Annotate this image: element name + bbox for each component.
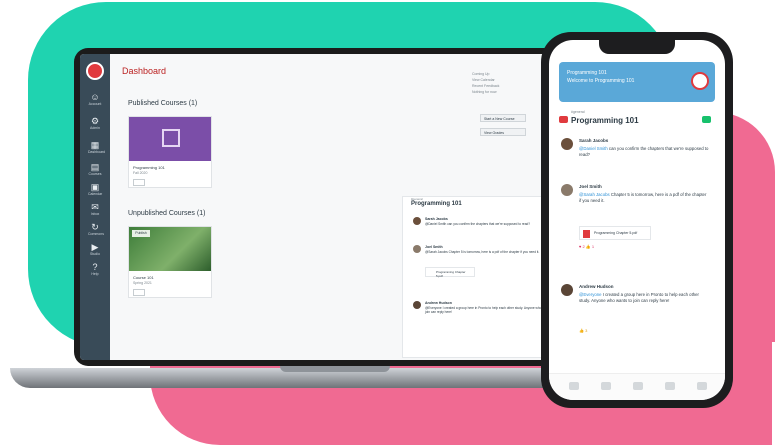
phone: Programming 101 Welcome to Programming 1… bbox=[541, 32, 733, 408]
unpublished-section-title: Unpublished Courses (1) bbox=[128, 210, 206, 217]
laptop-display: ☺ Account ⚙ Admin ▦ Dashboard ▤ Courses ▣ Cal… bbox=[80, 54, 580, 360]
message-author: Sarah Jacobs bbox=[579, 138, 609, 143]
studio-icon: ▶ bbox=[91, 242, 99, 252]
message-author: Joel Smith bbox=[425, 245, 443, 249]
course-name: Programming 101 bbox=[133, 165, 165, 170]
course-icon bbox=[162, 129, 180, 147]
message-text: @Sarah Jacobs Chapter 5 is tomorrow, her… bbox=[425, 250, 540, 254]
pdf-icon bbox=[583, 230, 590, 238]
course-term: Spring 2021 bbox=[133, 281, 152, 285]
nav-item-admin[interactable]: ⚙ Admin bbox=[88, 116, 102, 130]
page-title: Dashboard bbox=[122, 66, 167, 76]
channel-subtitle: #general bbox=[571, 110, 585, 114]
channel-title: Programming 101 bbox=[411, 201, 462, 207]
channel-icon bbox=[559, 116, 568, 123]
attachment-name: Programming Chapter 5.pdf bbox=[594, 231, 638, 235]
message-text: @Daniel Smith can you confirm the chapte… bbox=[425, 222, 531, 226]
bottom-tab-bar bbox=[549, 373, 725, 400]
laptop: ☺ Account ⚙ Admin ▦ Dashboard ▤ Courses ▣ Cal… bbox=[74, 48, 586, 366]
help-icon: ? bbox=[92, 262, 98, 272]
course-card-image bbox=[129, 117, 211, 161]
course-card-published[interactable]: Programming 101 Fall 2020 bbox=[128, 116, 212, 188]
laptop-notch bbox=[280, 366, 390, 372]
mention-tag[interactable]: @Daniel Smith bbox=[579, 146, 608, 151]
phone-notch bbox=[599, 40, 675, 54]
avatar bbox=[561, 284, 573, 296]
mention-tag[interactable]: @Everyone bbox=[579, 292, 602, 297]
nav-item-courses[interactable]: ▤ Courses bbox=[88, 162, 102, 176]
dashboard-icon: ▦ bbox=[90, 140, 100, 150]
reactions[interactable]: 👍 3 bbox=[579, 328, 587, 333]
chat-message: Joel Smith @Sarah Jacobs Chapter 5 is to… bbox=[561, 184, 717, 264]
chat-message: Andrew Hudson @Everyone I created a grou… bbox=[561, 284, 717, 344]
course-options-button[interactable] bbox=[133, 179, 145, 186]
message-author: Joel Smith bbox=[579, 184, 602, 189]
logo-icon[interactable] bbox=[86, 62, 104, 80]
user-icon: ☺ bbox=[90, 92, 100, 102]
avatar bbox=[413, 301, 421, 309]
global-navigation: ☺ Account ⚙ Admin ▦ Dashboard ▤ Courses ▣ Cal… bbox=[80, 54, 110, 360]
message-text: @Everyone I created a group here in Pron… bbox=[579, 292, 709, 304]
admin-icon: ⚙ bbox=[90, 116, 100, 126]
notification-banner[interactable]: Programming 101 Welcome to Programming 1… bbox=[559, 62, 715, 102]
logo-icon bbox=[691, 72, 709, 90]
message-author: Sarah Jacobs bbox=[425, 217, 448, 221]
banner-title: Programming 101 bbox=[567, 70, 607, 76]
message-text: @Everyone I created a group here in Pron… bbox=[425, 306, 555, 315]
tab-bell-icon[interactable] bbox=[665, 382, 675, 390]
pdf-attachment[interactable]: Programming Chapter 5.pdf bbox=[579, 226, 651, 240]
nav-item-calendar[interactable]: ▣ Calendar bbox=[88, 182, 102, 196]
view-grades-button[interactable]: View Grades bbox=[480, 128, 526, 136]
calendar-icon: ▣ bbox=[90, 182, 100, 192]
course-options-button[interactable] bbox=[133, 289, 145, 296]
avatar bbox=[561, 138, 573, 150]
nav-item-studio[interactable]: ▶ Studio bbox=[88, 242, 102, 256]
course-name: Course 101 bbox=[133, 275, 154, 280]
inbox-icon: ✉ bbox=[91, 202, 99, 212]
course-card-image: Publish bbox=[129, 227, 211, 271]
message-text: @Sarah Jacobs Chapter 5 is tomorrow, her… bbox=[579, 192, 709, 204]
course-card-unpublished[interactable]: Publish Course 101 Spring 2021 bbox=[128, 226, 212, 298]
message-text: @Daniel Smith can you confirm the chapte… bbox=[579, 146, 709, 158]
nav-item-help[interactable]: ? Help bbox=[88, 262, 102, 276]
pdf-attachment[interactable]: Programming Chapter 5.pdf bbox=[425, 267, 475, 278]
start-new-course-button[interactable]: Start a New Course bbox=[480, 114, 526, 122]
tab-profile-icon[interactable] bbox=[697, 382, 707, 390]
phone-display: Programming 101 Welcome to Programming 1… bbox=[549, 40, 725, 400]
book-icon: ▤ bbox=[90, 162, 100, 172]
tab-search-icon[interactable] bbox=[601, 382, 611, 390]
nav-item-dashboard[interactable]: ▦ Dashboard bbox=[88, 140, 105, 154]
avatar bbox=[413, 217, 421, 225]
course-term: Fall 2020 bbox=[133, 171, 148, 175]
commons-icon: ↻ bbox=[91, 222, 99, 232]
attachment-name: Programming Chapter 5.pdf bbox=[436, 270, 466, 278]
avatar bbox=[561, 184, 573, 196]
chat-message: Sarah Jacobs @Daniel Smith can you confi… bbox=[561, 138, 717, 178]
nav-item-account[interactable]: ☺ Account bbox=[88, 92, 102, 106]
tab-home-icon[interactable] bbox=[569, 382, 579, 390]
message-author: Andrew Hudson bbox=[579, 284, 614, 289]
message-author: Andrew Hudson bbox=[425, 301, 452, 305]
published-section-title: Published Courses (1) bbox=[128, 100, 198, 107]
reactions[interactable]: ♥ 2 👍 1 bbox=[579, 244, 594, 249]
banner-text: Welcome to Programming 101 bbox=[567, 78, 635, 84]
nav-item-commons[interactable]: ↻ Commons bbox=[88, 222, 104, 236]
avatar bbox=[413, 245, 421, 253]
publish-button[interactable]: Publish bbox=[132, 230, 150, 237]
video-call-icon[interactable] bbox=[702, 116, 711, 123]
nav-item-inbox[interactable]: ✉ Inbox bbox=[88, 202, 102, 216]
channel-title: Programming 101 bbox=[571, 116, 639, 125]
mention-tag[interactable]: @Sarah Jacobs bbox=[579, 192, 610, 197]
tab-chat-icon[interactable] bbox=[633, 382, 643, 390]
